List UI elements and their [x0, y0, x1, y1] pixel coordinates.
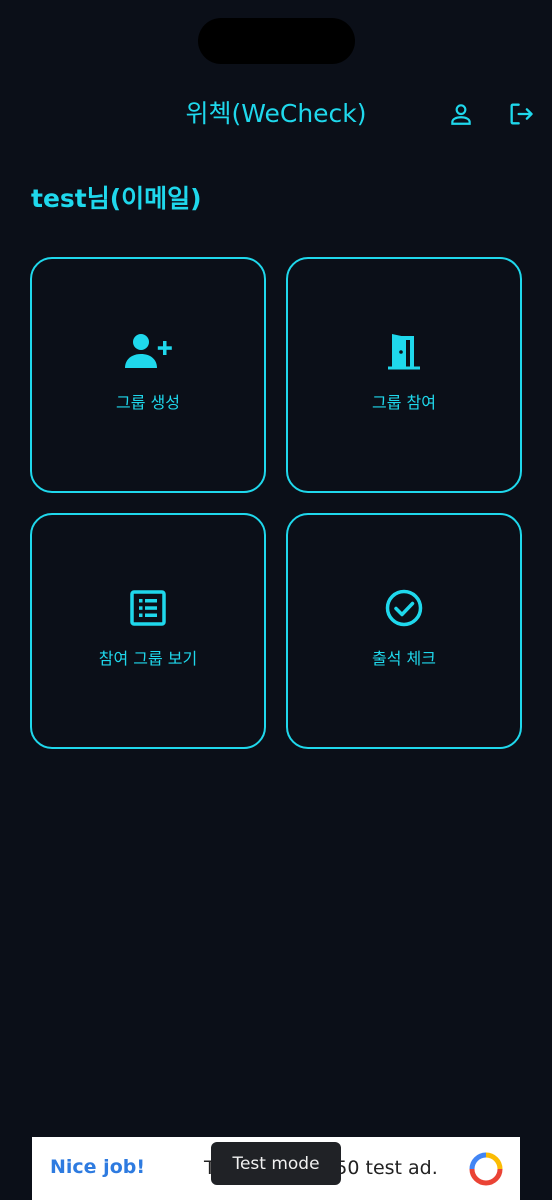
- ad-logo-icon: [468, 1151, 504, 1187]
- view-groups-card[interactable]: 참여 그룹 보기: [30, 513, 266, 749]
- create-group-label: 그룹 생성: [116, 393, 180, 412]
- test-mode-badge: Test mode: [211, 1142, 341, 1185]
- attendance-check-label: 출석 체크: [372, 649, 436, 668]
- person-outline-icon: [451, 104, 471, 125]
- person-add-icon: [123, 327, 173, 377]
- logout-button[interactable]: [504, 97, 538, 131]
- app-screen: 위첵(WeCheck) test님(이메일) 그룹 생성 그룹 참여 참여 그룹…: [0, 0, 552, 1200]
- join-group-card[interactable]: 그룹 참여: [286, 257, 522, 493]
- user-greeting: test님(이메일): [31, 184, 202, 213]
- check-circle-icon: [379, 583, 429, 633]
- create-group-card[interactable]: 그룹 생성: [30, 257, 266, 493]
- view-groups-label: 참여 그룹 보기: [98, 649, 198, 668]
- camera-notch: [198, 18, 355, 64]
- join-group-label: 그룹 참여: [372, 393, 436, 412]
- list-icon: [123, 583, 173, 633]
- ad-headline: Nice job!: [50, 1156, 146, 1178]
- menu-grid: 그룹 생성 그룹 참여 참여 그룹 보기 출석 체크: [30, 257, 522, 749]
- profile-button[interactable]: [444, 97, 478, 131]
- attendance-check-card[interactable]: 출석 체크: [286, 513, 522, 749]
- logout-icon: [510, 103, 533, 125]
- door-open-icon: [379, 327, 429, 377]
